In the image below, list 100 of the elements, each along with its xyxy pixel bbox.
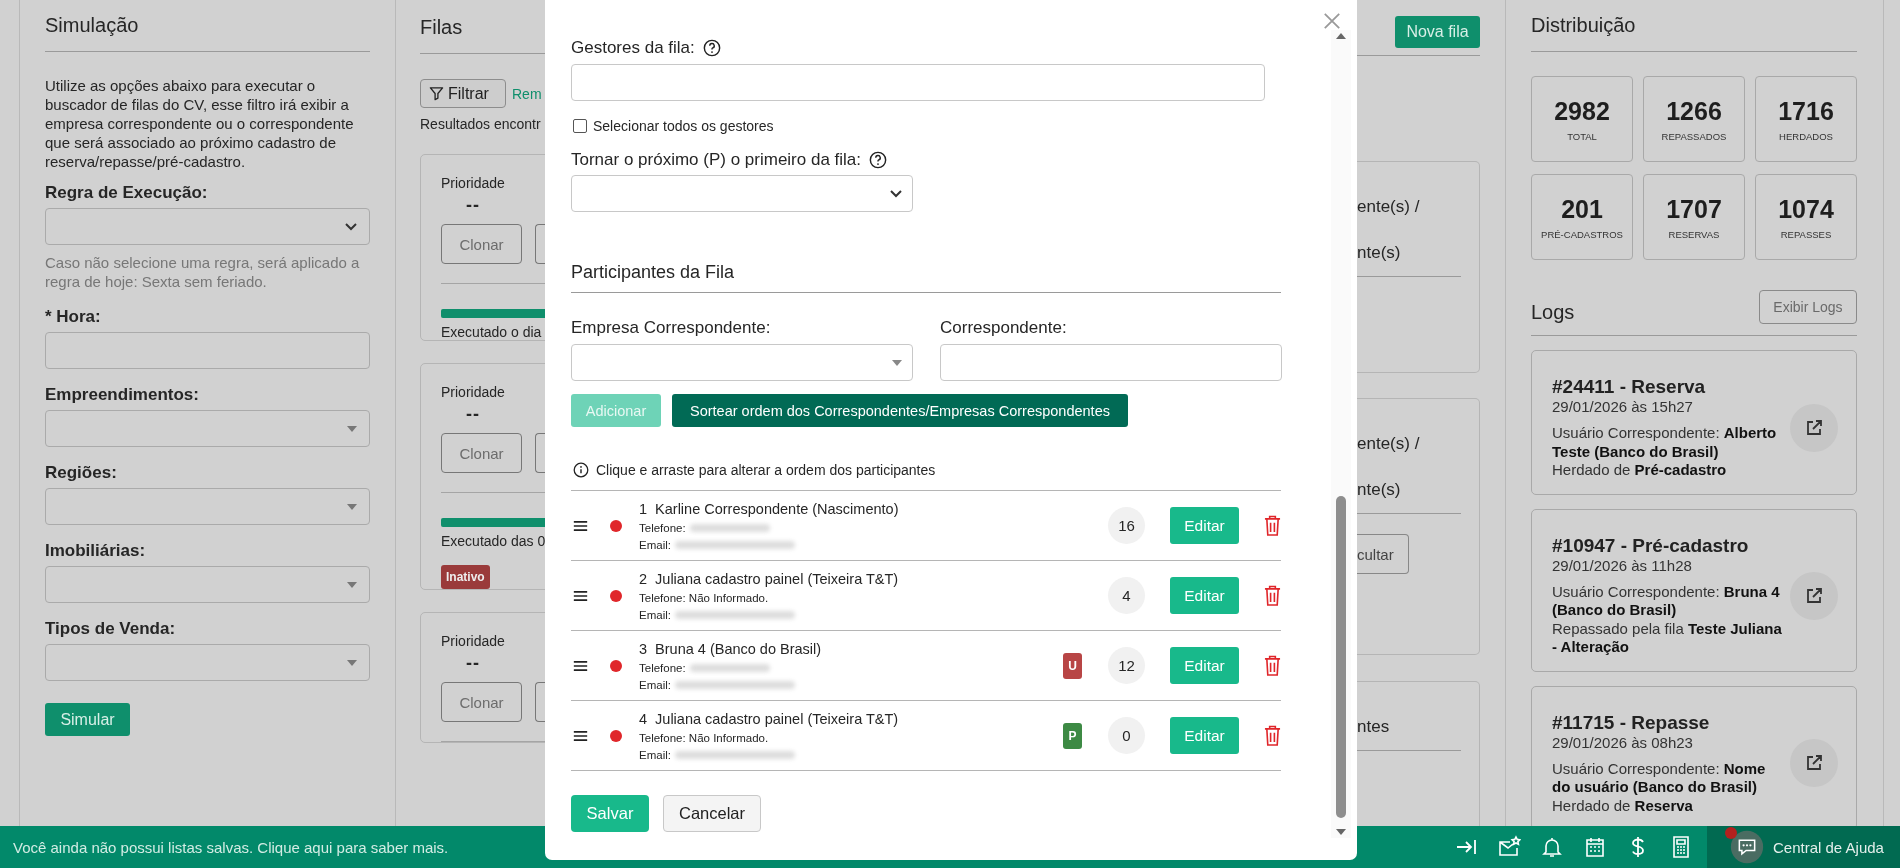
priority-value: -- [466,653,481,674]
dropdown-field[interactable] [571,344,913,381]
help-button[interactable]: Central de Ajuda [1707,826,1900,868]
priority-label: Prioridade [441,633,506,649]
help-icon[interactable] [869,151,888,169]
link[interactable]: Rem [512,85,542,102]
scroll-down-icon[interactable] [1336,829,1346,835]
dropdown-field[interactable] [45,644,370,681]
log-title: #10947 - Pré-cadastro [1552,534,1750,557]
stat-label: REPASSES [1780,228,1832,240]
participant-name: 1 Karline Correspondente (Nascimento) [639,500,900,517]
participant-name: 4 Juliana cadastro painel (Teixeira T&T) [639,710,900,727]
executed-text: Executado o dia [441,324,543,340]
info-text: Clique e arraste para alterar a ordem dos participantes [596,462,936,478]
open-link-button[interactable] [1790,739,1838,788]
participant-row[interactable]: 1 Karline Correspondente (Nascimento) Telefone: Email: 16 Editar [571,491,1281,561]
simulate-button[interactable]: Simular [45,703,130,736]
priority-label: Prioridade [441,175,506,191]
card-text: nte(s) [1357,479,1402,501]
caret-down-icon [347,425,357,432]
info-icon [573,462,589,478]
managers-field[interactable] [571,64,1265,101]
dropdown-field[interactable] [45,488,370,525]
trash-icon[interactable] [1264,585,1281,606]
input-field[interactable] [940,344,1282,381]
edit-button[interactable]: Editar [1170,577,1239,614]
open-link-button[interactable] [1790,403,1838,452]
select-field[interactable] [571,175,913,212]
close-icon[interactable] [1323,12,1341,30]
edit-button[interactable]: Editar [1170,647,1239,684]
filter-button[interactable]: Filtrar [420,79,506,108]
clone-button[interactable]: Clonar [441,682,522,722]
count-badge: 16 [1108,507,1145,544]
field-label: Empreendimentos: [45,385,200,405]
log-date: 29/01/2026 às 15h27 [1552,398,1694,415]
log-date: 29/01/2026 às 11h28 [1552,556,1693,574]
stat-label: REPASSADOS [1661,130,1727,142]
participant-name: 3 Bruna 4 (Banco do Brasil) [639,640,823,657]
participant-row[interactable]: 2 Juliana cadastro painel (Teixeira T&T) Telefone: Não Informado. Email: 4 Editar [571,561,1281,631]
external-link-icon [1804,417,1824,438]
card-text: nte(s) [1357,242,1402,264]
log-text: Usuário Correspondente: Alberto Teste (Banco do Brasil) [1552,424,1778,461]
field-label: Regiões: [45,463,118,483]
open-link-button[interactable] [1790,571,1838,620]
hint-text: Caso não selecione uma regra, será aplicado a regra de hoje: Sexta sem feriado. [45,253,361,291]
caret-down-icon [347,659,357,666]
drag-handle-icon[interactable] [573,729,588,742]
stat-label: RESERVAS [1668,228,1720,240]
scrollbar[interactable] [1331,30,1351,838]
drag-handle-icon[interactable] [573,659,588,672]
log-date: 29/01/2026 às 08h23 [1552,733,1694,751]
external-link-icon [1804,585,1824,606]
field-label: Tipos de Venda: [45,619,177,639]
field-label: * Hora: [45,307,102,327]
mail-star-icon[interactable] [1497,835,1521,859]
scroll-thumb[interactable] [1336,496,1346,818]
email-text: Email: [639,608,671,621]
cancel-button[interactable]: Cancelar [663,795,761,832]
stat-value: 201 [1561,194,1603,224]
trash-icon[interactable] [1264,725,1281,746]
trash-icon[interactable] [1264,515,1281,536]
card-text: ente(s) / [1357,433,1421,455]
show-logs-button[interactable]: Exibir Logs [1759,290,1857,324]
log-text: Usuário Correspondente: Bruna 4 (Banco do Brasil) [1552,582,1781,620]
input-field[interactable] [45,332,370,369]
filter-icon [429,86,444,101]
trash-icon[interactable] [1264,655,1281,676]
card-text: ente(s) / [1357,196,1421,218]
clone-button[interactable]: Clonar [441,224,522,264]
edit-button[interactable]: Editar [1170,507,1239,544]
results-text: Resultados encontr [420,116,542,132]
dropdown-field[interactable] [45,566,370,603]
participant-row[interactable]: 3 Bruna 4 (Banco do Brasil) Telefone: Email: U 12 Editar [571,631,1281,701]
scroll-up-icon[interactable] [1336,33,1346,39]
new-queue-button[interactable]: Nova fila [1395,16,1480,48]
save-button[interactable]: Salvar [571,795,649,832]
count-badge: 4 [1108,577,1145,614]
dropdown-field[interactable] [45,410,370,447]
clone-button[interactable]: Clonar [441,433,522,473]
help-icon[interactable] [702,39,721,57]
drag-handle-icon[interactable] [573,519,588,532]
card-text: ntes [1357,716,1391,738]
participant-row[interactable]: 4 Juliana cadastro painel (Teixeira T&T) Telefone: Não Informado. Email: P 0 Editar [571,701,1281,771]
chat-icon [1730,830,1764,864]
field-label: Tornar o próximo (P) o primeiro da fila: [571,150,862,170]
drag-handle-icon[interactable] [573,589,588,602]
stat-value: 1074 [1778,194,1834,224]
log-title: #11715 - Repasse [1552,711,1711,734]
shuffle-order-button[interactable]: Sortear ordem dos Correspondentes/Empresas Correspondentes [672,394,1128,427]
phone-text: Telefone: Não Informado. [639,731,769,744]
footer-link[interactable]: Você ainda não possui listas salvas. Clique aqui para saber mais. [13,838,449,856]
notification-dot [1725,827,1737,839]
checkbox[interactable] [573,119,587,133]
edit-button[interactable]: Editar [1170,717,1239,754]
stat-value: 2982 [1554,96,1610,126]
caret-down-icon [347,503,357,510]
calendar-icon[interactable] [1583,835,1607,859]
select-field[interactable] [45,208,370,245]
bell-icon[interactable] [1540,835,1564,859]
log-text: Herdado de Pré-cadastro [1552,461,1728,480]
